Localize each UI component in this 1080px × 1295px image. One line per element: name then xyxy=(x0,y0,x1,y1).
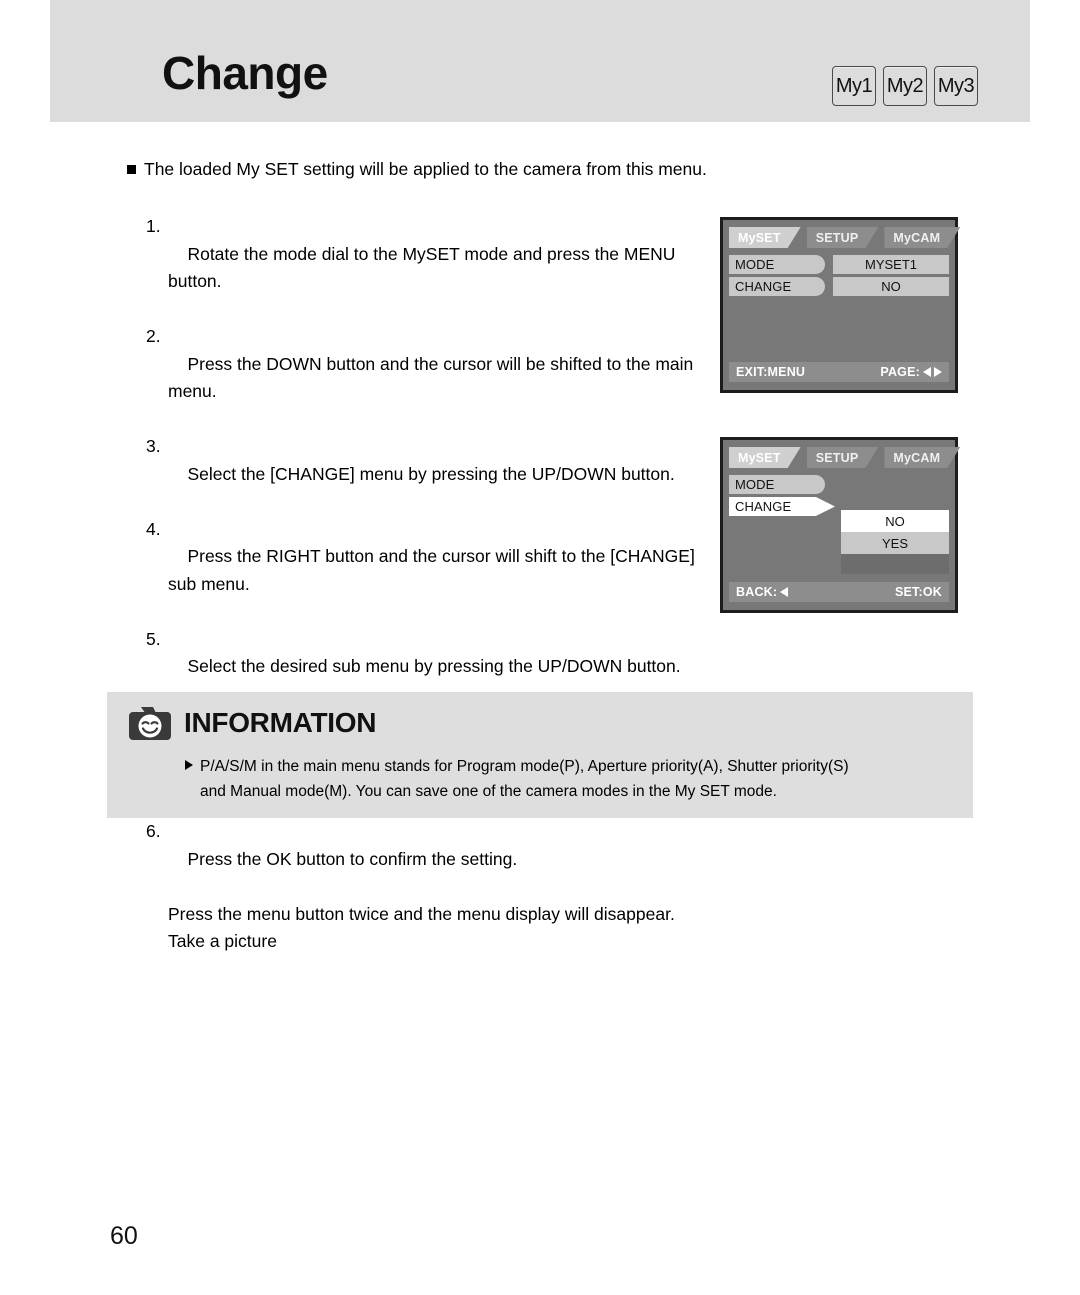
information-body: P/A/S/M in the main menu stands for Prog… xyxy=(185,754,955,804)
lcd1-tab-bar: MySET SETUP MyCAM xyxy=(729,227,949,248)
lcd1-row-mode-value: MYSET1 xyxy=(833,255,949,274)
lcd1-row-change[interactable]: CHANGE NO xyxy=(729,277,949,296)
step-3: 3. Select the [CHANGE] menu by pressing t… xyxy=(146,433,706,516)
lcd1-footer-exit-label: EXIT:MENU xyxy=(736,365,806,379)
step-5-number: 5. xyxy=(146,628,161,649)
intro-bullet: The loaded My SET setting will be applie… xyxy=(127,158,707,182)
my-tab-my2[interactable]: My2 xyxy=(883,66,927,106)
lcd2-tab-bar: MySET SETUP MyCAM xyxy=(729,447,949,468)
lcd1-row-mode-label: MODE xyxy=(729,255,825,274)
lcd2-footer-back-label: BACK: xyxy=(736,585,778,599)
lcd1-menu-rows: MODE MYSET1 CHANGE NO xyxy=(729,255,949,299)
lcd2-footer-bar: BACK: SET:OK xyxy=(729,582,949,602)
step-4: 4. Press the RIGHT button and the cursor … xyxy=(146,516,706,626)
step-2: 2. Press the DOWN button and the cursor w… xyxy=(146,323,706,433)
my-tab-my1[interactable]: My1 xyxy=(832,66,876,106)
lcd1-footer-page: PAGE: xyxy=(880,365,942,379)
lcd-screenshot-change-submenu: MySET SETUP MyCAM MODE CHANGE NO YES BAC… xyxy=(720,437,958,613)
lcd2-footer-set-label: SET:OK xyxy=(894,585,942,599)
step-1-text: Rotate the mode dial to the MySET mode a… xyxy=(168,243,681,292)
lcd1-footer-page-label: PAGE: xyxy=(880,365,920,379)
lcd2-row-change-label: CHANGE xyxy=(729,497,835,516)
lcd1-footer-bar: EXIT:MENU PAGE: xyxy=(729,362,949,382)
lcd1-tab-mycam[interactable]: MyCAM xyxy=(884,227,960,248)
lcd2-tab-mycam[interactable]: MyCAM xyxy=(884,447,960,468)
step-1: 1. Rotate the mode dial to the MySET mode… xyxy=(146,213,706,323)
page-number: 60 xyxy=(110,1222,138,1250)
lcd2-tab-myset[interactable]: MySET xyxy=(729,447,801,468)
lcd2-submenu-option-no[interactable]: NO xyxy=(841,510,949,532)
square-bullet-icon xyxy=(127,165,136,174)
step-6-continued-2: Take a picture xyxy=(168,931,277,951)
step-3-text: Select the [CHANGE] menu by pressing the… xyxy=(187,463,675,484)
step-4-number: 4. xyxy=(146,518,161,539)
step-6-continued-1: Press the menu button twice and the menu… xyxy=(168,903,675,924)
step-5-text: Select the desired sub menu by pressing … xyxy=(187,656,681,676)
step-6-number: 6. xyxy=(146,821,161,841)
my-tab-my3[interactable]: My3 xyxy=(934,66,978,106)
step-6: 6. Press the OK button to confirm the set… xyxy=(146,818,706,901)
lcd1-tab-myset[interactable]: MySET xyxy=(729,227,801,248)
triangle-bullet-icon xyxy=(185,760,193,770)
lcd1-row-change-label: CHANGE xyxy=(729,277,825,296)
step-2-number: 2. xyxy=(146,326,161,346)
arrow-right-icon xyxy=(934,367,942,377)
information-title: INFORMATION xyxy=(184,707,377,738)
lcd2-submenu-panel: NO YES xyxy=(841,510,949,574)
information-header: INFORMATION xyxy=(127,704,376,742)
lcd1-row-mode[interactable]: MODE MYSET1 xyxy=(729,255,949,274)
lcd-screenshot-main-menu: MySET SETUP MyCAM MODE MYSET1 CHANGE NO … xyxy=(720,217,958,393)
step-6-text: Press the OK button to confirm the setti… xyxy=(187,848,518,869)
smiley-camera-icon xyxy=(129,707,171,740)
information-line-2: and Manual mode(M). You can save one of … xyxy=(200,783,777,800)
lcd2-tab-setup[interactable]: SETUP xyxy=(807,447,879,468)
step-3-number: 3. xyxy=(146,436,161,456)
page-title: Change xyxy=(162,47,328,99)
lcd2-footer-back: BACK: xyxy=(736,585,789,599)
lcd1-row-change-value: NO xyxy=(833,277,949,296)
page-header-band: Change My1 My2 My3 xyxy=(50,0,1030,122)
lcd2-submenu-filler xyxy=(841,554,949,574)
my-tab-group: My1 My2 My3 xyxy=(832,66,978,106)
information-box: INFORMATION P/A/S/M in the main menu sta… xyxy=(107,692,973,818)
step-1-number: 1. xyxy=(146,216,161,236)
lcd2-row-mode-label: MODE xyxy=(729,475,825,494)
information-line-1: P/A/S/M in the main menu stands for Prog… xyxy=(200,758,849,775)
instruction-steps: 1. Rotate the mode dial to the MySET mode… xyxy=(146,213,706,956)
lcd1-tab-setup[interactable]: SETUP xyxy=(807,227,879,248)
intro-bullet-text: The loaded My SET setting will be applie… xyxy=(144,159,707,179)
lcd2-row-mode[interactable]: MODE xyxy=(729,475,949,494)
step-2-text: Press the DOWN button and the cursor wil… xyxy=(168,353,694,402)
arrow-left-icon xyxy=(780,587,789,597)
step-4-text: Press the RIGHT button and the cursor wi… xyxy=(168,546,695,594)
lcd2-submenu-option-yes[interactable]: YES xyxy=(841,532,949,554)
arrow-left-icon xyxy=(923,367,931,377)
